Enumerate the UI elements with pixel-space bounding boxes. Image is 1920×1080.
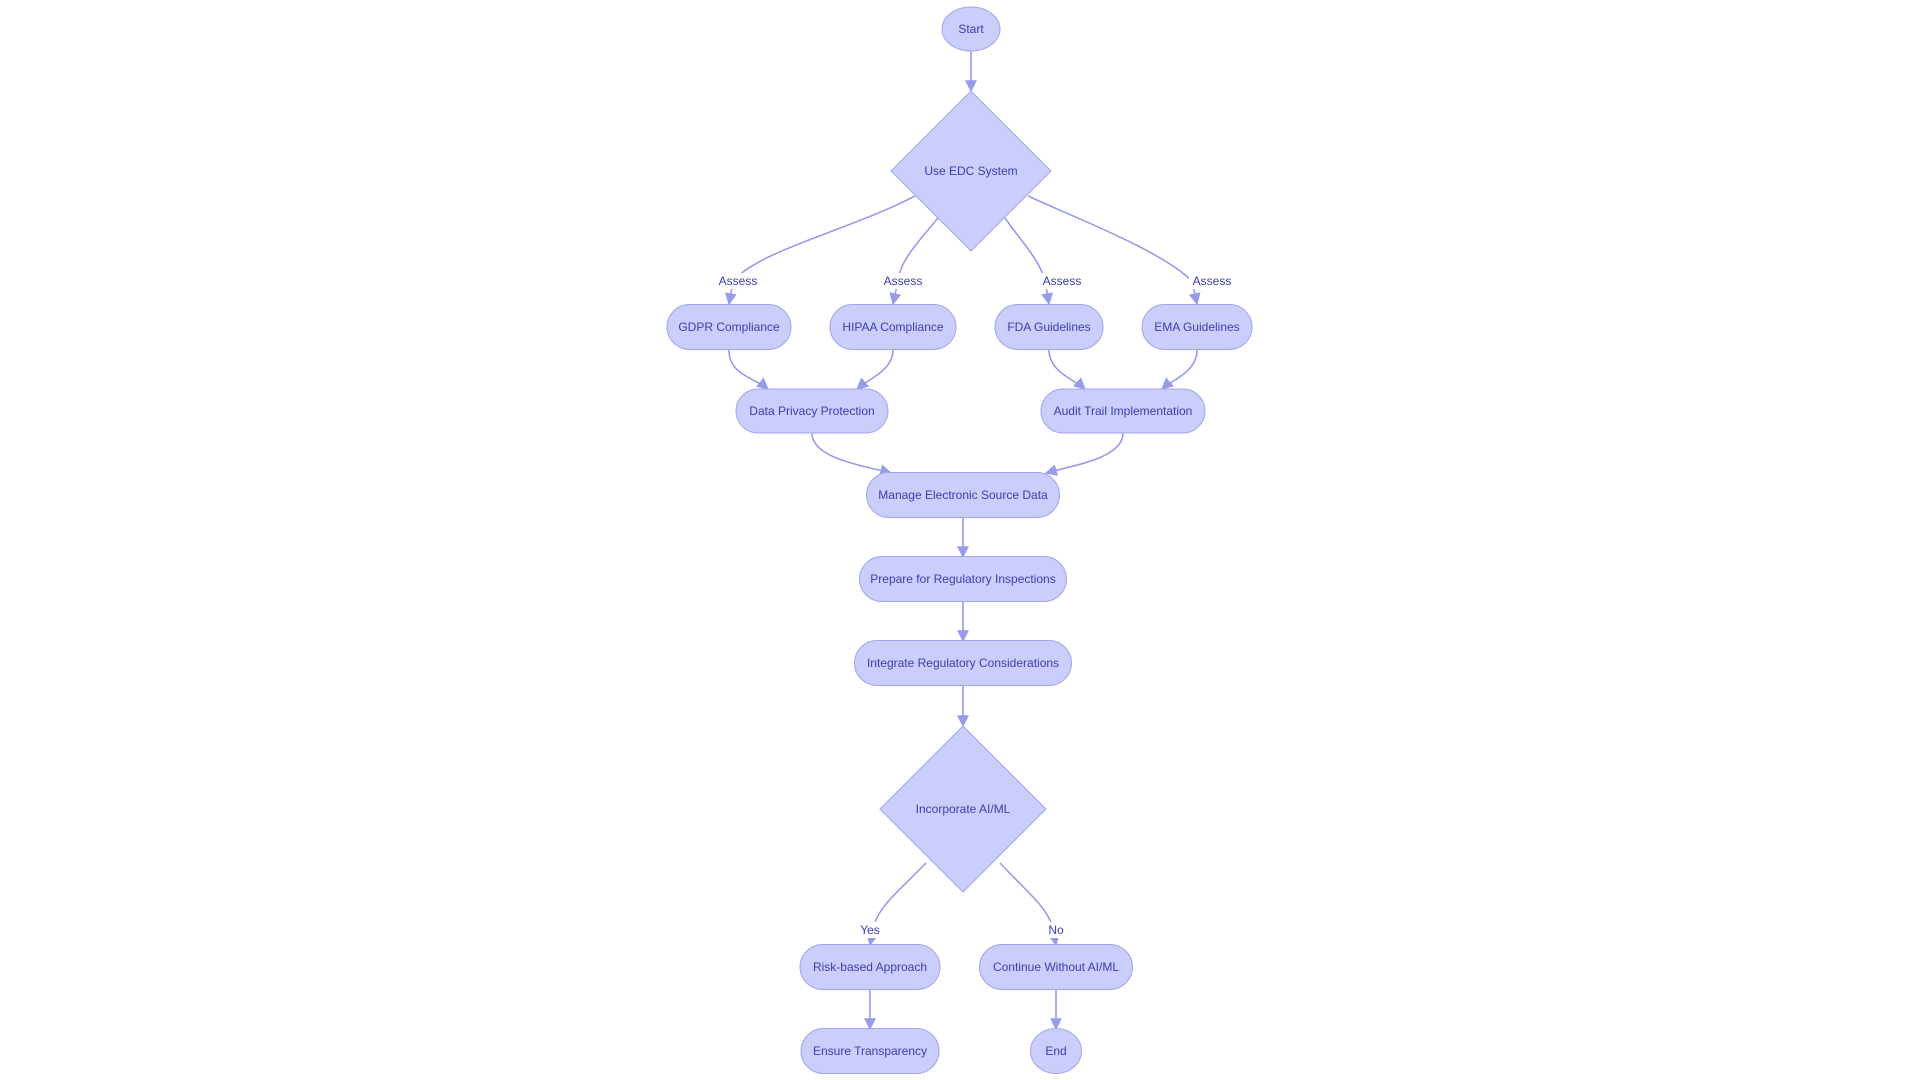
node-label: HIPAA Compliance	[842, 320, 943, 334]
node-ema[interactable]: EMA Guidelines	[1141, 304, 1253, 350]
node-integrate[interactable]: Integrate Regulatory Considerations	[854, 640, 1072, 686]
node-transparency[interactable]: Ensure Transparency	[800, 1028, 940, 1074]
node-aiml[interactable]: Incorporate AI/ML	[879, 725, 1047, 893]
node-gdpr[interactable]: GDPR Compliance	[666, 304, 792, 350]
node-fda[interactable]: FDA Guidelines	[994, 304, 1104, 350]
node-label: FDA Guidelines	[1007, 320, 1090, 334]
edge-gdpr-to-privacy	[728, 349, 769, 390]
node-label: Manage Electronic Source Data	[878, 488, 1048, 502]
node-manage[interactable]: Manage Electronic Source Data	[866, 472, 1060, 518]
node-label: Start	[958, 22, 984, 36]
node-label: End	[1045, 1044, 1066, 1058]
edge-privacy-to-manage	[811, 432, 893, 477]
node-label: Prepare for Regulatory Inspections	[870, 572, 1055, 586]
edge-label-assess: Assess	[1193, 274, 1232, 288]
node-label: Ensure Transparency	[813, 1044, 927, 1058]
edge-edc-to-fda	[1004, 217, 1054, 306]
edge-ema-to-audit	[1161, 349, 1198, 390]
node-start[interactable]: Start	[941, 6, 1001, 52]
edge-label-assess: Assess	[1043, 274, 1082, 288]
node-edc[interactable]: Use EDC System	[890, 90, 1052, 252]
edge-fda-to-audit	[1048, 349, 1086, 390]
node-hipaa[interactable]: HIPAA Compliance	[829, 304, 957, 350]
node-continue[interactable]: Continue Without AI/ML	[979, 944, 1133, 990]
node-label: Data Privacy Protection	[749, 404, 874, 418]
edge-label-yes: Yes	[860, 923, 880, 937]
node-audit[interactable]: Audit Trail Implementation	[1040, 388, 1206, 434]
flowchart-canvas: Start Use EDC System GDPR Compliance HIPAA …	[666, 6, 1253, 1074]
node-label: Audit Trail Implementation	[1054, 404, 1193, 418]
node-label: EMA Guidelines	[1154, 320, 1239, 334]
node-privacy[interactable]: Data Privacy Protection	[735, 388, 889, 434]
edge-label-assess: Assess	[884, 274, 923, 288]
edge-edc-to-hipaa	[889, 217, 939, 306]
node-end[interactable]: End	[1030, 1028, 1082, 1074]
node-label: Use EDC System	[924, 164, 1017, 178]
node-label: GDPR Compliance	[678, 320, 780, 334]
nodes-layer: Start Use EDC System GDPR Compliance HIPAA …	[666, 6, 1253, 1074]
edge-label-assess: Assess	[719, 274, 758, 288]
node-prepare[interactable]: Prepare for Regulatory Inspections	[859, 556, 1067, 602]
node-label: Integrate Regulatory Considerations	[867, 656, 1059, 670]
edge-label-no: No	[1048, 923, 1064, 937]
node-risk[interactable]: Risk-based Approach	[799, 944, 941, 990]
edge-audit-to-manage	[1044, 432, 1124, 476]
node-label: Continue Without AI/ML	[993, 960, 1119, 974]
edge-hipaa-to-privacy	[856, 349, 894, 390]
node-label: Risk-based Approach	[813, 960, 927, 974]
node-label: Incorporate AI/ML	[916, 802, 1011, 816]
